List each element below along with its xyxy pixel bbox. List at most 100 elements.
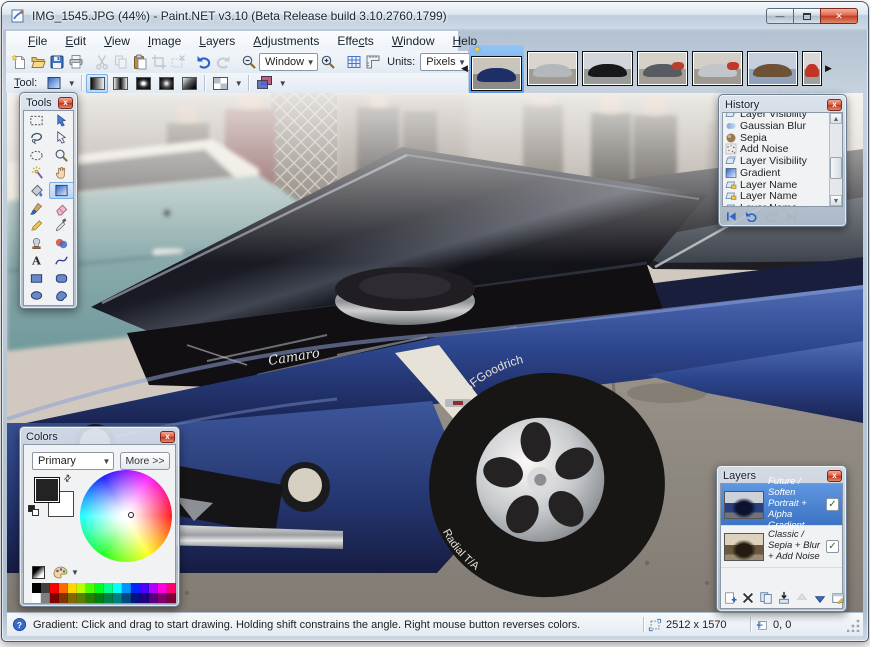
palette-swatch[interactable]: [149, 583, 158, 593]
linear-gradient-button[interactable]: [86, 74, 108, 93]
zoom-in-button[interactable]: [319, 52, 337, 72]
merge-down-button[interactable]: [776, 590, 792, 606]
palette-swatch[interactable]: [95, 583, 104, 593]
history-item[interactable]: Layer Name: [725, 179, 829, 191]
tool-move-selected-pixels[interactable]: [49, 111, 74, 129]
palette-swatch[interactable]: [149, 593, 158, 603]
chevron-down-icon[interactable]: ▼: [277, 73, 288, 93]
palette-menu-icon[interactable]: [52, 564, 68, 579]
menu-effects[interactable]: Effects: [329, 32, 381, 50]
resize-grip[interactable]: [847, 618, 861, 632]
rulers-toggle-button[interactable]: [364, 52, 382, 72]
title-bar[interactable]: IMG_1545.JPG (44%) - Paint.NET v3.10 (Be…: [2, 2, 868, 29]
primary-color-swatch[interactable]: [34, 477, 60, 503]
menu-image[interactable]: Image: [140, 32, 189, 50]
alpha-blend-button[interactable]: [253, 73, 276, 93]
palette-swatch[interactable]: [122, 583, 131, 593]
colors-close-icon[interactable]: x: [160, 431, 175, 443]
palette-swatch[interactable]: [158, 593, 167, 603]
tool-ellipse[interactable]: [24, 287, 49, 305]
diamond-gradient-button[interactable]: [132, 74, 154, 93]
move-layer-down-button[interactable]: [812, 590, 828, 606]
tool-lasso-select[interactable]: [24, 129, 49, 147]
palette-swatch[interactable]: [41, 593, 50, 603]
tools-close-icon[interactable]: x: [58, 97, 73, 109]
save-button[interactable]: [48, 52, 66, 72]
tool-eraser[interactable]: [49, 199, 74, 217]
layer-visible-checkbox[interactable]: ✓: [826, 498, 839, 511]
minimize-button[interactable]: —: [766, 8, 793, 24]
gradient-channel-button[interactable]: [209, 73, 232, 93]
thumbnail-black-coupe[interactable]: [582, 51, 633, 86]
layer-row[interactable]: Classic / Sepia + Blur + Add Noise✓: [721, 526, 842, 568]
palette-swatch[interactable]: [50, 583, 59, 593]
palette-swatch[interactable]: [167, 583, 176, 593]
menu-layers[interactable]: Layers: [191, 32, 243, 50]
more-button[interactable]: More >>: [120, 452, 170, 470]
grid-toggle-button[interactable]: [345, 52, 363, 72]
cut-button[interactable]: [93, 52, 111, 72]
history-item[interactable]: Gaussian Blur: [725, 120, 829, 132]
bw-gradient-icon[interactable]: [32, 566, 45, 579]
conical-gradient-button[interactable]: [178, 74, 200, 93]
tool-recolor[interactable]: [49, 234, 74, 252]
menu-edit[interactable]: Edit: [57, 32, 94, 50]
palette-swatch[interactable]: [41, 583, 50, 593]
palette-swatch[interactable]: [59, 593, 68, 603]
print-button[interactable]: [67, 52, 85, 72]
new-image-button[interactable]: [10, 52, 28, 72]
linear-reflected-gradient-button[interactable]: [109, 74, 131, 93]
layer-properties-button[interactable]: [830, 590, 846, 606]
palette-swatch[interactable]: [104, 593, 113, 603]
palette-swatch[interactable]: [32, 593, 41, 603]
zoom-level-combo[interactable]: Window▼: [259, 53, 318, 71]
undo-button[interactable]: [195, 52, 213, 72]
thumbnail-red-car-partial[interactable]: [802, 51, 822, 86]
history-close-icon[interactable]: x: [827, 99, 842, 111]
tool-magic-wand[interactable]: [24, 164, 49, 182]
palette-swatch[interactable]: [77, 583, 86, 593]
tools-palette-titlebar[interactable]: Tools x: [23, 95, 74, 110]
redo-button[interactable]: [214, 52, 232, 72]
tool-move-selection[interactable]: [49, 129, 74, 147]
palette-swatch[interactable]: [167, 593, 176, 603]
deselect-button[interactable]: [169, 52, 187, 72]
tool-text[interactable]: A: [24, 252, 49, 270]
reset-colors-icon[interactable]: [28, 505, 40, 517]
tool-paint-bucket[interactable]: [24, 182, 49, 200]
thumbnail-tabby-cat[interactable]: [747, 51, 798, 86]
chevron-down-icon[interactable]: ▼: [71, 568, 79, 577]
chevron-down-icon[interactable]: ▼: [233, 73, 244, 93]
palette-swatch[interactable]: [131, 583, 140, 593]
tool-pan[interactable]: [49, 164, 74, 182]
tool-clone-stamp[interactable]: [24, 234, 49, 252]
tool-rounded-rectangle[interactable]: [49, 270, 74, 288]
menu-view[interactable]: View: [96, 32, 138, 50]
thumbnail-silver-sedan[interactable]: [527, 51, 578, 86]
history-undo-button[interactable]: [743, 209, 760, 223]
palette-swatch[interactable]: [104, 583, 113, 593]
palette-swatch[interactable]: [113, 583, 122, 593]
history-fastforward-button[interactable]: [783, 209, 800, 223]
history-palette-titlebar[interactable]: History x: [722, 97, 843, 112]
history-item[interactable]: Gradient: [725, 167, 829, 179]
maximize-button[interactable]: [793, 8, 820, 24]
palette-swatch[interactable]: [68, 583, 77, 593]
palette-swatch[interactable]: [86, 593, 95, 603]
tool-zoom[interactable]: [49, 146, 74, 164]
history-item[interactable]: Sepia: [725, 132, 829, 144]
palette-swatch[interactable]: [32, 583, 41, 593]
palette-swatch[interactable]: [77, 593, 86, 603]
paste-button[interactable]: [131, 52, 149, 72]
chevron-down-icon[interactable]: ▼: [66, 73, 77, 93]
palette-swatch[interactable]: [140, 583, 149, 593]
tool-pencil[interactable]: [24, 217, 49, 235]
palette-swatch[interactable]: [68, 593, 77, 603]
tool-ellipse-select[interactable]: [24, 146, 49, 164]
tool-freeform-shape[interactable]: [49, 287, 74, 305]
add-layer-button[interactable]: [722, 590, 738, 606]
history-item[interactable]: Layer Visibility: [725, 155, 829, 167]
layer-visible-checkbox[interactable]: ✓: [826, 540, 839, 553]
layers-close-icon[interactable]: x: [827, 470, 842, 482]
history-rewind-button[interactable]: [723, 209, 740, 223]
